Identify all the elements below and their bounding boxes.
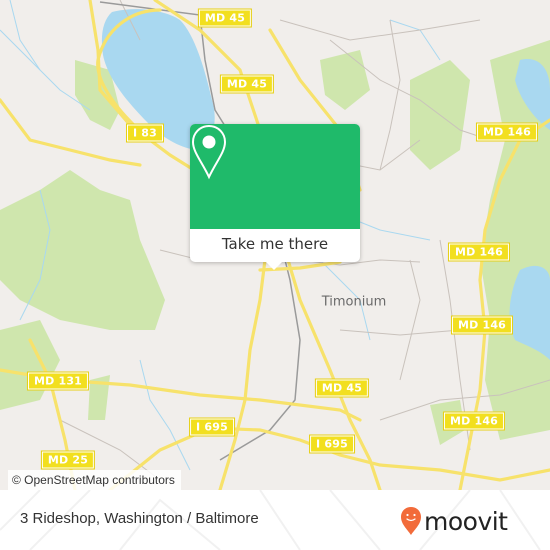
road-shield-md45: MD 45 <box>314 378 370 398</box>
road-shield-md25: MD 25 <box>40 450 96 470</box>
map-attribution[interactable]: © OpenStreetMap contributors <box>8 470 181 490</box>
road-shield-md45: MD 45 <box>219 74 275 94</box>
road-shield-md146: MD 146 <box>447 242 511 262</box>
place-label-timonium: Timonium <box>321 294 387 310</box>
park-area <box>320 50 370 110</box>
park-area <box>0 170 165 330</box>
road-shield-i83: I 83 <box>125 123 165 143</box>
popup-header <box>190 124 360 229</box>
moovit-smile-pin-icon <box>401 507 421 535</box>
take-me-there-button[interactable]: Take me there <box>190 229 360 262</box>
road-shield-md146: MD 146 <box>475 122 539 142</box>
moovit-logo[interactable]: moovit <box>400 504 508 538</box>
park-area <box>0 320 60 410</box>
road-shield-md131: MD 131 <box>26 371 90 391</box>
road-shield-i695: I 695 <box>309 434 355 454</box>
map-pin-icon <box>191 124 227 180</box>
stop-title: 3 Rideshop, Washington / Baltimore <box>20 510 259 527</box>
road-shield-md146: MD 146 <box>442 411 506 431</box>
road-shield-i695: I 695 <box>189 417 235 437</box>
road-shield-md45: MD 45 <box>197 8 253 28</box>
destination-popup: Take me there <box>190 124 360 270</box>
moovit-wordmark: moovit <box>424 506 508 536</box>
map-view[interactable]: MD 45 MD 45 I 83 MD 146 MD 146 MD 146 MD… <box>0 0 550 490</box>
footer-bar: 3 Rideshop, Washington / Baltimore moovi… <box>0 490 550 550</box>
popup-pointer <box>266 262 282 270</box>
road-shield-md146: MD 146 <box>450 315 514 335</box>
